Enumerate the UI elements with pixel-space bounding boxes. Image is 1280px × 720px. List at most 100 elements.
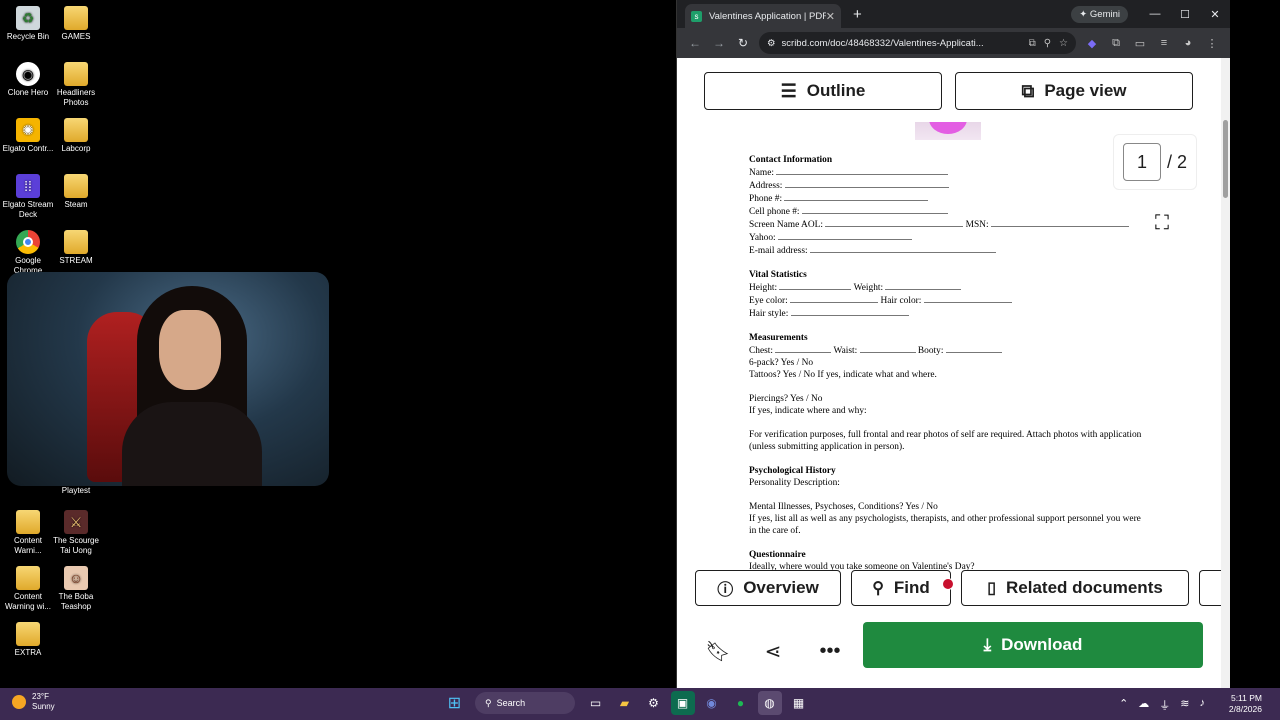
address-bar[interactable]: ⚙ scribd.com/doc/48468332/Valentines-App… [759, 32, 1076, 54]
more-options-icon[interactable]: ••• [806, 628, 854, 674]
new-tab-icon[interactable]: + [853, 6, 862, 23]
folder-icon [64, 6, 88, 30]
bookmark-icon[interactable]: 🔖︎ [694, 628, 742, 674]
task-view-icon[interactable]: ▭ [584, 691, 608, 715]
app-icon-2[interactable]: ▦ [787, 691, 811, 715]
gemini-button[interactable]: ✦ Gemini [1071, 5, 1128, 23]
form-field: Phone #: [749, 192, 1149, 205]
download-bar: 🔖︎ ⋖ ••• ⤓ Download [677, 620, 1222, 684]
install-icon[interactable]: ⧉ [1029, 38, 1036, 49]
taskbar-apps: ⊞ ⚲ Search ▭ ▰ ⚙ ▣ ◉ ● ◍ ▦ [440, 691, 813, 715]
browser-window: s Valentines Application | PDF ✕ + ✦ Gem… [676, 0, 1230, 688]
wifi-icon[interactable]: ≋ [1180, 697, 1189, 713]
folder-icon [64, 230, 88, 254]
find-button[interactable]: ⚲ Find [851, 570, 951, 606]
extensions-puzzle-icon[interactable]: ⧉ [1104, 37, 1128, 50]
folder-icon [16, 622, 40, 646]
document-header-image [915, 122, 981, 140]
zoom-icon[interactable]: ⚲ [1044, 38, 1051, 49]
chrome-taskbar-icon[interactable]: ◍ [757, 691, 782, 715]
scribd-favicon-icon: s [691, 10, 702, 22]
volume-icon[interactable]: ♪ [1200, 697, 1206, 713]
share-icon[interactable]: ⋖ [749, 628, 797, 674]
sidepanel-icon[interactable]: ▭ [1128, 37, 1152, 50]
document-page: Contact Information Name: Address: Phone… [749, 154, 1149, 573]
download-button[interactable]: ⤓ Download [863, 622, 1203, 668]
page-scrollbar[interactable] [1221, 58, 1230, 688]
desktop-icon-stream[interactable]: STREAM [48, 230, 104, 266]
close-window-icon[interactable]: ✕ [1200, 8, 1230, 21]
form-field: Eye color: Hair color: [749, 294, 1149, 307]
download-icon: ⤓ [983, 635, 992, 654]
desktop-icon-scourge[interactable]: ⚔ The Scourge Tai Uong [48, 510, 104, 556]
overview-button[interactable]: ⓘ Overview [695, 570, 841, 606]
scribd-viewer: ☰ Outline ⧉ Page view 1 / 2 ⛶ Contact In… [677, 58, 1229, 688]
desktop-icon-extra[interactable]: EXTRA [0, 622, 56, 658]
spotify-icon[interactable]: ● [729, 691, 753, 715]
form-field: Address: [749, 179, 1149, 192]
elgato-control-icon: ✺ [16, 118, 40, 142]
profile-avatar-icon[interactable]: ◕ [1176, 37, 1200, 49]
desktop-icon-steam[interactable]: Steam [48, 174, 104, 210]
taskbar-search[interactable]: ⚲ Search [475, 692, 575, 714]
sun-icon [12, 695, 26, 709]
form-field: Cell phone #: [749, 205, 1149, 218]
clone-hero-icon: ◉ [16, 62, 40, 86]
discord-icon[interactable]: ◉ [700, 691, 724, 715]
weather-widget[interactable]: 23°F Sunny [12, 692, 55, 712]
desktop-icon-labcorp[interactable]: Labcorp [48, 118, 104, 154]
minimize-icon[interactable]: — [1140, 8, 1170, 20]
related-documents-button[interactable]: ▯ Related documents [961, 570, 1189, 606]
close-tab-icon[interactable]: ✕ [826, 10, 835, 23]
tab-valentines-application[interactable]: s Valentines Application | PDF ✕ [685, 4, 841, 28]
form-field: Height: Weight: [749, 281, 1149, 294]
taskbar: 23°F Sunny ⊞ ⚲ Search ▭ ▰ ⚙ ▣ ◉ ● ◍ ▦ ⌃ … [0, 688, 1280, 720]
recycle-bin-icon: ♻ [16, 6, 40, 30]
extension-icon[interactable]: ◆ [1080, 37, 1104, 50]
menu-kebab-icon[interactable]: ⋮ [1200, 37, 1224, 50]
maximize-icon[interactable]: ☐ [1170, 8, 1200, 21]
tab-bar: s Valentines Application | PDF ✕ + ✦ Gem… [677, 0, 1230, 28]
pages-icon: ⧉ [1021, 80, 1035, 101]
form-field: Chest: Waist: Booty: [749, 344, 1149, 357]
windows-start-icon[interactable]: ⊞ [443, 691, 467, 715]
section-heading: Contact Information [749, 155, 833, 165]
back-icon[interactable]: ← [683, 36, 707, 50]
file-explorer-icon[interactable]: ▰ [613, 691, 637, 715]
onedrive-icon[interactable]: ☁ [1138, 697, 1149, 713]
app-icon[interactable]: ▣ [670, 691, 695, 715]
folder-icon [64, 118, 88, 142]
desktop-icon-games[interactable]: GAMES [48, 6, 104, 42]
section-heading: Measurements [749, 333, 808, 343]
viewer-action-bar: ⓘ Overview ⚲ Find ▯ Related documents [677, 570, 1229, 620]
notification-dot [942, 578, 954, 590]
form-field: Screen Name AOL: MSN: [749, 218, 1149, 231]
scrollbar-thumb[interactable] [1223, 120, 1228, 198]
form-field: E-mail address: [749, 244, 1149, 257]
desktop-icon-playtest[interactable]: Playtest [48, 486, 104, 496]
folder-icon [16, 510, 40, 534]
folder-icon [16, 566, 40, 590]
clock[interactable]: 5:11 PM 2/8/2026 [1229, 693, 1262, 715]
webcam-overlay [7, 272, 329, 486]
steam-icon[interactable]: ⚙ [642, 691, 666, 715]
media-control-icon[interactable]: ≡ [1152, 37, 1176, 49]
page-view-button[interactable]: ⧉ Page view [955, 72, 1193, 110]
desktop-icon-boba-teashop[interactable]: ☺ The Boba Teashop [48, 566, 104, 612]
bookmark-star-icon[interactable]: ☆ [1059, 38, 1068, 49]
chrome-icon [16, 230, 40, 254]
browser-toolbar: ← → ↻ ⚙ scribd.com/doc/48468332/Valentin… [677, 28, 1230, 58]
site-info-icon[interactable]: ⚙ [767, 38, 776, 49]
desktop-icon-headliners[interactable]: Headliners Photos [48, 62, 104, 108]
game-shortcut-icon: ⚔ [64, 510, 88, 534]
reload-icon[interactable]: ↻ [731, 36, 755, 50]
section-heading: Questionnaire [749, 550, 806, 560]
system-tray: ⌃ ☁ ⏚ ≋ ♪ [1114, 697, 1210, 713]
outline-button[interactable]: ☰ Outline [704, 72, 942, 110]
document-icon: ▯ [987, 580, 996, 597]
microphone-icon[interactable]: ⏚ [1159, 697, 1170, 713]
forward-icon[interactable]: → [707, 36, 731, 50]
section-heading: Vital Statistics [749, 270, 807, 280]
tray-overflow-icon[interactable]: ⌃ [1119, 697, 1128, 713]
search-icon: ⚲ [872, 580, 884, 597]
